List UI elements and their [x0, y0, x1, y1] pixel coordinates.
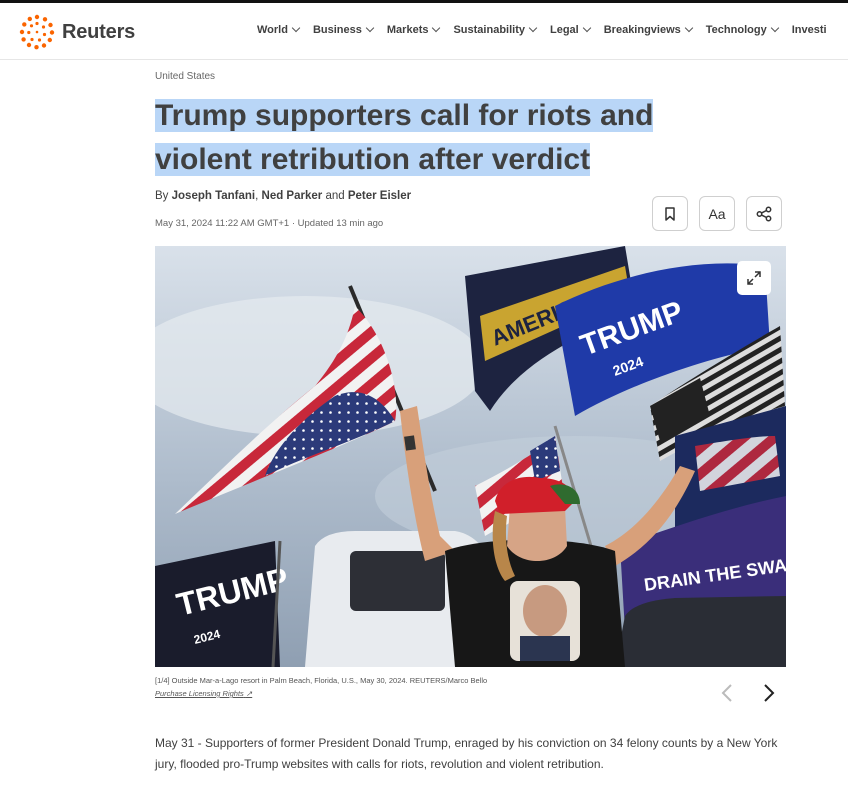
share-button[interactable]: [746, 196, 782, 231]
chevron-left-icon: [721, 684, 732, 702]
nav-label: Breakingviews: [603, 24, 681, 36]
nav-label: Investi: [791, 24, 827, 36]
nav-item-investigations[interactable]: Investi: [792, 24, 827, 36]
article-tools: Aa: [652, 196, 782, 231]
site-header: Reuters World Business Markets Sustainab…: [0, 3, 848, 60]
nav-item-business[interactable]: Business: [312, 23, 375, 36]
byline-separator: and: [322, 190, 348, 202]
reuters-wordmark: Reuters: [62, 20, 136, 43]
text-size-label: Aa: [708, 205, 726, 222]
nav-item-world[interactable]: World: [257, 23, 301, 36]
nav-label: Sustainability: [453, 24, 525, 36]
nav-label: Technology: [705, 24, 767, 36]
text-size-button[interactable]: Aa: [699, 196, 735, 231]
reuters-logo-icon: [19, 14, 55, 50]
nav-item-technology[interactable]: Technology: [705, 23, 779, 36]
reuters-logo[interactable]: Reuters: [18, 13, 135, 51]
chevron-down-icon: [432, 23, 441, 33]
article-lead-image[interactable]: AMERICA TRUMP 2024 DRAIN THE SWAMP TRUMP…: [155, 246, 786, 667]
chevron-right-icon: [764, 684, 775, 702]
licensing-link-label: Purchase Licensing Rights: [155, 689, 244, 698]
photo-scene: AMERICA TRUMP 2024 DRAIN THE SWAMP TRUMP…: [155, 246, 786, 667]
section-kicker[interactable]: United States: [155, 71, 215, 82]
chevron-down-icon: [291, 23, 301, 33]
headline-line-2: violent retribution after verdict: [155, 143, 591, 176]
nav-label: Markets: [386, 24, 429, 36]
nav-label: World: [257, 24, 288, 36]
author-link[interactable]: Ned Parker: [262, 190, 323, 202]
suv-rear-window: [350, 551, 445, 611]
share-icon: [756, 206, 772, 221]
wristband: [404, 435, 416, 451]
tshirt-print-face: [523, 585, 567, 637]
chevron-down-icon: [528, 23, 538, 33]
bookmark-button[interactable]: [652, 196, 688, 231]
gallery-nav: [716, 680, 780, 706]
dateline: May 31, 2024 11:22 AM GMT+1 · Updated 13…: [155, 218, 384, 229]
chevron-down-icon: [582, 23, 591, 33]
chevron-down-icon: [684, 23, 694, 33]
nav-item-sustainability[interactable]: Sustainability: [453, 23, 538, 36]
article-headline: Trump supporters call for riots and viol…: [155, 94, 715, 182]
tshirt-print-suit: [520, 636, 570, 661]
chevron-down-icon: [365, 23, 375, 33]
author-link[interactable]: Joseph Tanfani: [172, 190, 256, 202]
nav-item-markets[interactable]: Markets: [386, 23, 441, 36]
nav-item-legal[interactable]: Legal: [550, 23, 591, 36]
purchase-licensing-link[interactable]: Purchase Licensing Rights ↗: [155, 689, 252, 698]
car-right: [615, 596, 786, 667]
next-image-button[interactable]: [758, 680, 780, 706]
author-link[interactable]: Peter Eisler: [348, 190, 411, 202]
nav-item-breakingviews[interactable]: Breakingviews: [603, 23, 694, 36]
expand-icon: [747, 271, 761, 285]
expand-image-button[interactable]: [737, 261, 771, 295]
nav-label: Legal: [550, 24, 579, 36]
bookmark-icon: [665, 206, 675, 221]
chevron-down-icon: [770, 23, 779, 33]
article-body-paragraph: May 31 - Supporters of former President …: [155, 736, 778, 771]
byline-prefix: By: [155, 190, 172, 202]
previous-image-button[interactable]: [716, 680, 738, 706]
external-link-icon: ↗: [245, 689, 253, 698]
byline: By Joseph Tanfani, Ned Parker and Peter …: [155, 190, 411, 202]
headline-line-1: Trump supporters call for riots and: [155, 99, 654, 132]
main-nav: World Business Markets Sustainability Le…: [257, 23, 841, 36]
image-caption: [1/4] Outside Mar-a-Lago resort in Palm …: [155, 676, 488, 685]
nav-label: Business: [312, 24, 362, 36]
